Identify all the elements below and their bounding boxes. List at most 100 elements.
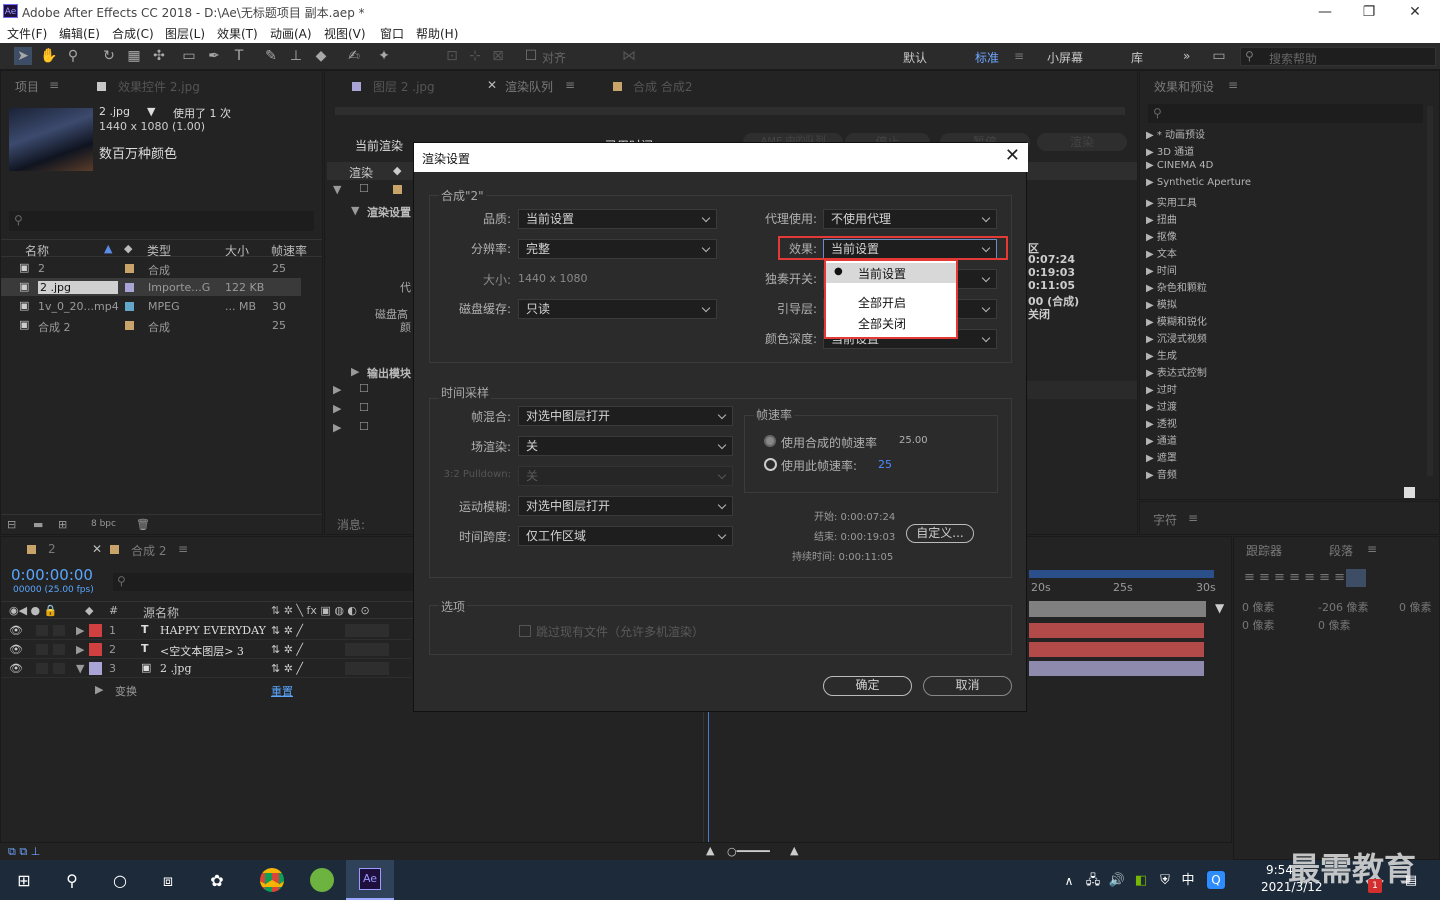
solo-toggle[interactable] (53, 663, 65, 674)
effects-category[interactable]: ▶ 沉浸式视频 (1146, 330, 1207, 345)
layer-row[interactable]: 👁 ▼ 3 ▣ 2 .jpg ⇅ ✲ ╱ (1, 659, 411, 678)
tab-comp[interactable]: 合成 合成2 (633, 78, 692, 95)
indent-left-px[interactable]: 0 像素 (1242, 599, 1275, 615)
audio-toggle[interactable] (36, 663, 48, 674)
this-fps-value[interactable]: 25 (878, 458, 892, 471)
reset-link[interactable]: 重置 (271, 683, 293, 699)
indent-right-px[interactable]: 0 像素 (1399, 599, 1432, 615)
render-checkbox-icon[interactable]: ☐ (359, 182, 369, 195)
align-buttons-icon[interactable]: ≡ ≡ ≡ ≡ ≡ ≡ ≡ (1244, 570, 1345, 585)
layer-switches-icon[interactable]: ⇅ ✲ ╱ (271, 643, 303, 656)
panel-menu-icon[interactable]: ≡ (1228, 78, 1238, 92)
trash-icon[interactable]: 🗑 (136, 518, 150, 531)
layer-bar-3[interactable] (1029, 661, 1204, 676)
paragraph-title[interactable]: 段落 (1329, 542, 1353, 559)
menu-file[interactable]: 文件(F) (7, 25, 47, 42)
render-checkbox-icon[interactable]: ☐ (359, 401, 369, 414)
effects-option-all-on[interactable]: 全部开启 (858, 294, 906, 311)
ime-indicator[interactable]: 中 (1177, 870, 1199, 892)
close-button[interactable]: ✕ (1392, 2, 1438, 22)
effects-category[interactable]: ▶ 音频 (1146, 466, 1177, 481)
project-item[interactable]: ▣ 合成 2 合成 25 (1, 316, 301, 334)
menu-window[interactable]: 窗口 (380, 25, 404, 42)
pan-tool-icon[interactable]: ✣ (150, 47, 168, 65)
render-button[interactable]: 渲染 (1037, 133, 1127, 151)
playhead[interactable] (708, 709, 709, 842)
local-axis-icon[interactable]: ⊡ (443, 47, 461, 65)
close-tab-icon[interactable]: ✕ (92, 542, 102, 556)
menu-effect[interactable]: 效果(T) (217, 25, 258, 42)
close-tab-icon[interactable]: ✕ (487, 78, 497, 92)
zoom-slider[interactable]: ○━━━━━ (727, 845, 770, 858)
expand-arrow-icon[interactable]: ▶ (333, 402, 341, 415)
effects-category[interactable]: ▶ 杂色和颗粒 (1146, 279, 1207, 294)
effects-category[interactable]: ▶ Synthetic Aperture (1146, 177, 1251, 188)
effects-category[interactable]: ▶ 表达式控制 (1146, 364, 1207, 379)
justify-active-icon[interactable] (1346, 569, 1366, 587)
effects-category[interactable]: ▶ 3D 通道 (1146, 143, 1194, 158)
effects-category[interactable]: ▶ 遮罩 (1146, 449, 1177, 464)
use-this-fps-radio[interactable] (764, 458, 777, 471)
rectangle-tool-icon[interactable]: ▭ (180, 47, 198, 65)
panel-menu-icon[interactable]: ≡ (1367, 542, 1377, 556)
audio-toggle[interactable] (36, 644, 48, 655)
space-after-px[interactable]: 0 像素 (1318, 617, 1351, 633)
selection-tool-icon[interactable]: ➤ (14, 47, 32, 65)
snap-icon[interactable]: ⋈ (620, 47, 638, 65)
layer-label-color[interactable] (89, 643, 102, 656)
puppet-tool-icon[interactable]: ✦ (375, 47, 393, 65)
effects-category[interactable]: ▶ 抠像 (1146, 228, 1177, 243)
menu-edit[interactable]: 编辑(E) (59, 25, 100, 42)
pulldown-select[interactable]: 关 (518, 466, 733, 486)
caret-down-icon[interactable]: ▼ (147, 105, 155, 118)
zoom-in-icon[interactable]: ▲ (790, 844, 798, 857)
timeline-tab-2[interactable]: 2 (48, 542, 56, 556)
solo-toggle[interactable] (53, 625, 65, 636)
expand-arrow-icon[interactable]: ▶ (95, 683, 103, 696)
ae-taskbar-button[interactable]: Ae (346, 860, 394, 900)
expand-arrow-icon[interactable]: ▼ (76, 662, 84, 675)
cancel-button[interactable]: 取消 (923, 676, 1012, 696)
effects-category[interactable]: ▶ 透视 (1146, 415, 1177, 430)
tray-expand-icon[interactable]: ∧ (1058, 870, 1080, 892)
workspace-small-screen[interactable]: 小屏幕 (1047, 49, 1083, 66)
panel-menu-icon[interactable]: ≡ (49, 78, 59, 92)
project-item[interactable]: ▣ 1v_0_20...mp4 MPEG ... MB 30 (1, 297, 301, 315)
effects-category[interactable]: ▶ 时间 (1146, 262, 1177, 277)
camera-tool-icon[interactable]: ▦ (125, 47, 143, 65)
effects-category[interactable]: ▶ 文本 (1146, 245, 1177, 260)
timeline-tab-comp[interactable]: 合成 2 (131, 542, 166, 559)
zoom-tool-icon[interactable]: ⚲ (64, 47, 82, 65)
effects-category[interactable]: ▶ 模拟 (1146, 296, 1177, 311)
ok-button[interactable]: 确定 (823, 676, 912, 696)
tab-effect-controls[interactable]: 效果控件 2.jpg (118, 78, 200, 95)
rotate-tool-icon[interactable]: ↻ (100, 47, 118, 65)
effects-search-input[interactable]: ⚲ (1148, 104, 1423, 123)
workspace-library[interactable]: 库 (1131, 49, 1143, 66)
zoom-out-icon[interactable]: ▲ (706, 844, 714, 857)
workspace-default[interactable]: 默认 (903, 49, 927, 66)
menu-animation[interactable]: 动画(A) (270, 25, 312, 42)
menu-help[interactable]: 帮助(H) (416, 25, 458, 42)
eye-icon[interactable]: 👁 (9, 643, 23, 656)
help-search-input[interactable]: ⚲ 搜索帮助 (1240, 47, 1436, 66)
roto-tool-icon[interactable]: ✍ (345, 47, 363, 65)
project-search-input[interactable]: ⚲ (9, 211, 314, 231)
effects-category[interactable]: ▶ 扭曲 (1146, 211, 1177, 226)
maximize-button[interactable]: ❐ (1346, 2, 1392, 22)
dialog-close-icon[interactable]: ✕ (1005, 145, 1020, 166)
effects-category[interactable]: ▶ 过时 (1146, 381, 1177, 396)
new-folder-icon[interactable]: ▬ (33, 518, 43, 531)
audio-toggle[interactable] (36, 625, 48, 636)
col-name[interactable]: 名称 (25, 242, 49, 259)
clone-tool-icon[interactable]: ⊥ (287, 47, 305, 65)
menu-layer[interactable]: 图层(L) (165, 25, 205, 42)
workspace-standard[interactable]: 标准 (975, 49, 999, 66)
tracker-title[interactable]: 跟踪器 (1246, 542, 1282, 559)
effects-category[interactable]: ▶ 通道 (1146, 432, 1177, 447)
solo-toggle[interactable] (53, 644, 65, 655)
col-type[interactable]: 类型 (147, 242, 171, 259)
disk-cache-select[interactable]: 只读 (518, 299, 717, 319)
custom-button[interactable]: 自定义... (906, 524, 974, 543)
layer-modes[interactable] (345, 643, 389, 656)
